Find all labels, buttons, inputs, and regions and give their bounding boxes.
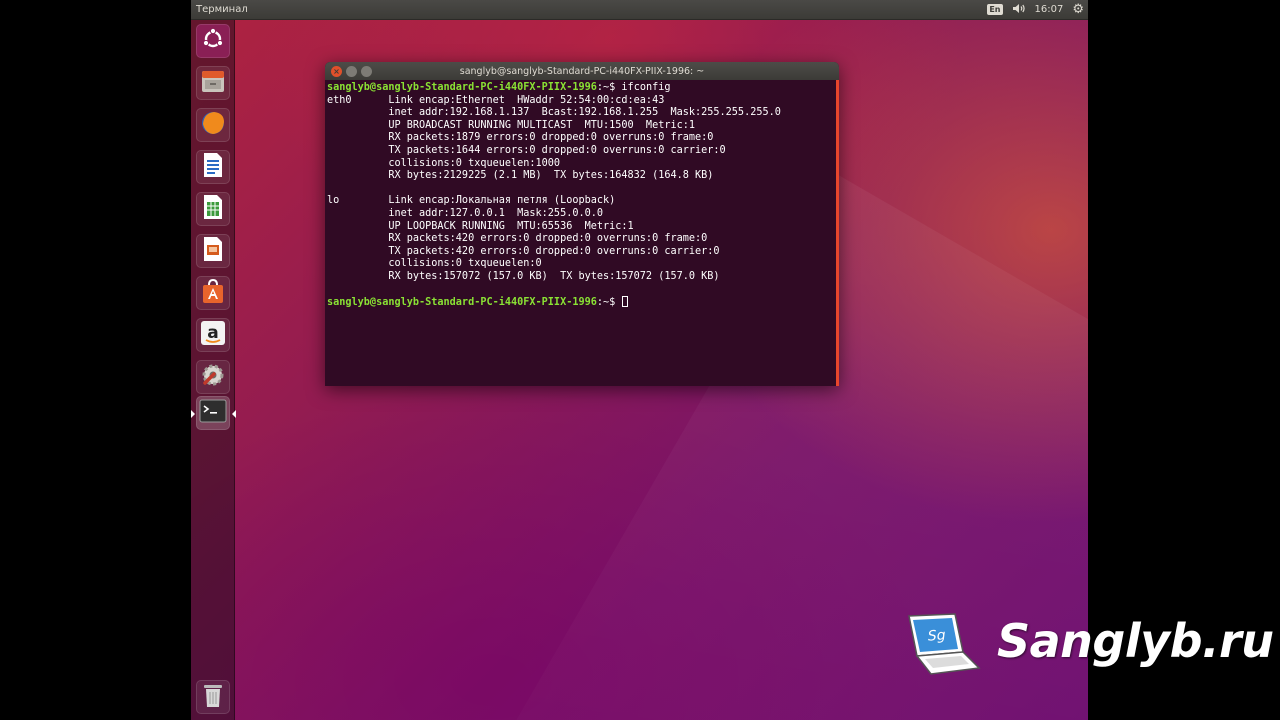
svg-text:a: a [207, 323, 218, 343]
svg-text:Sg: Sg [927, 627, 946, 644]
firefox-launcher[interactable] [196, 108, 230, 142]
watermark: Sg Sanglyb.ru [903, 612, 1280, 682]
output-line: RX bytes:2129225 (2.1 MB) TX bytes:16483… [388, 170, 714, 182]
terminal-title: sanglyb@sanglyb-Standard-PC-i440FX-PIIX-… [459, 65, 705, 77]
dash-home-button[interactable] [196, 24, 230, 58]
command-output: eth0 Link encap:Ethernet HWaddr 52:54:00… [327, 95, 781, 282]
laptop-logo-icon: Sg [903, 612, 983, 684]
close-window-button[interactable]: × [331, 65, 342, 77]
minimize-window-button[interactable] [346, 65, 357, 77]
keyboard-layout-indicator[interactable]: En [987, 4, 1003, 15]
volume-icon[interactable] [1012, 3, 1026, 17]
output-line: inet addr:127.0.0.1 Mask:255.0.0.0 [388, 207, 604, 219]
output-line: RX packets:420 errors:0 dropped:0 overru… [388, 233, 708, 245]
terminal-titlebar[interactable]: × sanglyb@sanglyb-Standard-PC-i440FX-PII… [325, 62, 839, 80]
ubuntu-logo-icon [201, 27, 225, 55]
wrench-gear-icon [199, 361, 227, 393]
output-line: RX packets:1879 errors:0 dropped:0 overr… [388, 132, 714, 144]
text-cursor [622, 296, 629, 308]
prompt-suffix: :~$ [596, 82, 622, 93]
amazon-icon: a [199, 319, 227, 351]
output-line: UP BROADCAST RUNNING MULTICAST MTU:1500 … [388, 119, 696, 131]
output-line: eth0 Link encap:Ethernet HWaddr 52:54:00… [327, 94, 665, 106]
terminal-prompt: sanglyb@sanglyb-Standard-PC-i440FX-PIIX-… [327, 297, 597, 309]
active-app-title: Терминал [196, 4, 248, 15]
shopping-bag-icon [199, 277, 227, 309]
top-panel: Терминал En 16:07 ⚙ [191, 0, 1088, 20]
terminal-command: ifconfig [621, 82, 671, 93]
watermark-text: Sanglyb.ru [997, 614, 1274, 668]
libreoffice-calc-icon [201, 193, 225, 225]
maximize-window-button[interactable] [361, 65, 372, 77]
terminal-prompt: sanglyb@sanglyb-Standard-PC-i440FX-PIIX-… [327, 82, 597, 93]
output-line: UP LOOPBACK RUNNING MTU:65536 Metric:1 [388, 220, 634, 232]
launcher: a [191, 20, 236, 720]
libreoffice-impress-icon [201, 235, 225, 267]
system-settings-launcher[interactable] [196, 360, 230, 394]
amazon-launcher[interactable]: a [196, 318, 230, 352]
output-line: lo Link encap:Локальная петля (Loopback) [327, 195, 616, 207]
output-line: RX bytes:157072 (157.0 KB) TX bytes:1570… [388, 270, 720, 282]
output-line: TX packets:1644 errors:0 dropped:0 overr… [388, 144, 726, 156]
indicator-area: En 16:07 ⚙ [987, 2, 1084, 17]
firefox-icon [199, 109, 227, 141]
files-launcher[interactable] [196, 66, 230, 100]
output-line: TX packets:420 errors:0 dropped:0 overru… [388, 245, 720, 257]
terminal-output[interactable]: sanglyb@sanglyb-Standard-PC-i440FX-PIIX-… [325, 80, 839, 386]
prompt-suffix: :~$ [596, 297, 622, 309]
terminal-scrollbar[interactable] [836, 80, 839, 386]
output-line: collisions:0 txqueuelen:0 [388, 258, 542, 270]
terminal-launcher[interactable] [191, 396, 236, 430]
terminal-icon [199, 399, 227, 427]
system-menu-gear-icon[interactable]: ⚙ [1072, 2, 1084, 17]
terminal-window[interactable]: × sanglyb@sanglyb-Standard-PC-i440FX-PII… [325, 62, 839, 386]
trash-icon [201, 681, 225, 713]
writer-launcher[interactable] [196, 150, 230, 184]
software-center-launcher[interactable] [196, 276, 230, 310]
impress-launcher[interactable] [196, 234, 230, 268]
libreoffice-writer-icon [201, 151, 225, 183]
output-line: collisions:0 txqueuelen:1000 [388, 157, 561, 169]
calc-launcher[interactable] [196, 192, 230, 226]
output-line: inet addr:192.168.1.137 Bcast:192.168.1.… [388, 107, 781, 119]
file-cabinet-icon [199, 67, 227, 99]
trash-launcher[interactable] [196, 680, 230, 714]
clock[interactable]: 16:07 [1035, 4, 1064, 15]
